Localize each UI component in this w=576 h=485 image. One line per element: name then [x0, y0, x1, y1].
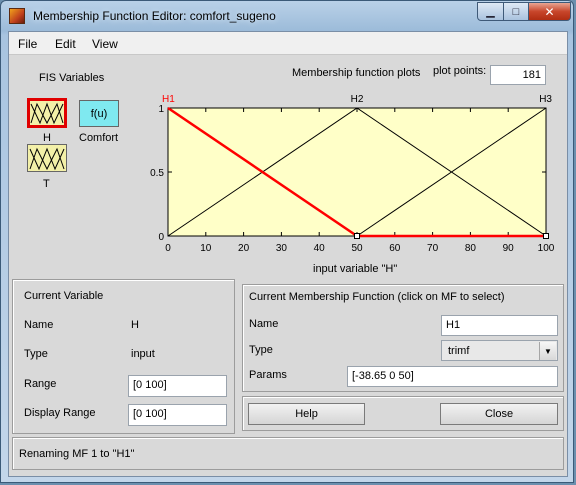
current-mf-panel: Current Membership Function (click on MF… [242, 284, 564, 392]
matlab-icon [9, 8, 25, 24]
x-tick-label: 10 [200, 243, 212, 254]
current-variable-title: Current Variable [24, 290, 104, 302]
upper-area: FIS Variables H f(u) Comfort T Membershi… [9, 55, 567, 300]
maximize-button[interactable]: □ [503, 2, 529, 21]
menu-edit[interactable]: Edit [55, 37, 76, 51]
client-area: File Edit View FIS Variables H f(u) Comf… [8, 31, 568, 477]
mf-params-input[interactable]: [-38.65 0 50] [347, 366, 558, 387]
y-tick-label: 0 [158, 232, 164, 243]
x-tick-label: 20 [238, 243, 250, 254]
x-tick-label: 100 [538, 243, 555, 254]
status-message: Renaming MF 1 to "H1" [19, 448, 135, 460]
minimize-button[interactable]: ▁ [477, 2, 504, 21]
x-tick-label: 0 [165, 243, 171, 254]
x-tick-label: 60 [389, 243, 401, 254]
maximize-icon: □ [512, 5, 520, 18]
mf-params-label: Params [249, 369, 287, 381]
mf-type-value: trimf [448, 345, 470, 357]
mf-label-h2: H2 [351, 94, 364, 105]
current-mf-title: Current Membership Function (click on MF… [249, 291, 505, 303]
mf-name-label: Name [249, 318, 279, 330]
x-tick-label: 40 [314, 243, 326, 254]
minimize-icon: ▁ [486, 6, 495, 18]
mf-label-h3: H3 [539, 94, 552, 105]
type-label: Type [24, 348, 48, 360]
mf-type-label: Type [249, 344, 273, 356]
buttons-panel: Help Close [242, 396, 564, 431]
plot-xlabel: input variable "H" [313, 263, 398, 275]
membership-function-plot[interactable]: 0 10 20 30 40 50 60 70 80 90 100 0 0.5 1H1 H2 H3 [9, 55, 567, 280]
mf-handle [354, 233, 360, 239]
menu-file[interactable]: File [18, 37, 37, 51]
mf-editor-window: Membership Function Editor: comfort_suge… [0, 0, 574, 483]
window-title: Membership Function Editor: comfort_suge… [33, 9, 276, 23]
y-tick-label: 1 [158, 104, 164, 115]
variable-type-value: input [131, 348, 155, 360]
mf-label-h1: H1 [162, 94, 175, 105]
plot-area [167, 107, 547, 237]
menu-bar: File Edit View [9, 32, 567, 55]
mf-name-input[interactable]: H1 [441, 315, 558, 336]
display-range-label: Display Range [24, 407, 96, 419]
x-tick-label: 80 [465, 243, 477, 254]
close-icon: ✕ [544, 4, 555, 19]
menu-view[interactable]: View [92, 37, 118, 51]
title-bar[interactable]: Membership Function Editor: comfort_suge… [1, 1, 573, 31]
variable-name-value: H [131, 319, 139, 331]
current-variable-panel: Current Variable Name H Type input Range… [12, 279, 235, 434]
display-range-input[interactable]: [0 100] [128, 404, 227, 426]
x-tick-label: 30 [276, 243, 288, 254]
x-tick-label: 70 [427, 243, 439, 254]
x-tick-label: 90 [503, 243, 515, 254]
y-tick-label: 0.5 [150, 168, 164, 179]
range-label: Range [24, 378, 57, 390]
chevron-down-icon: ▼ [539, 342, 556, 360]
name-label: Name [24, 319, 54, 331]
x-tick-label: 50 [351, 243, 363, 254]
status-bar: Renaming MF 1 to "H1" [12, 437, 564, 470]
close-window-button[interactable]: ✕ [528, 2, 571, 21]
help-button[interactable]: Help [248, 403, 365, 425]
mf-handle [543, 233, 549, 239]
close-button[interactable]: Close [440, 403, 558, 425]
range-input[interactable]: [0 100] [128, 375, 227, 397]
mf-type-select[interactable]: trimf ▼ [441, 340, 558, 361]
